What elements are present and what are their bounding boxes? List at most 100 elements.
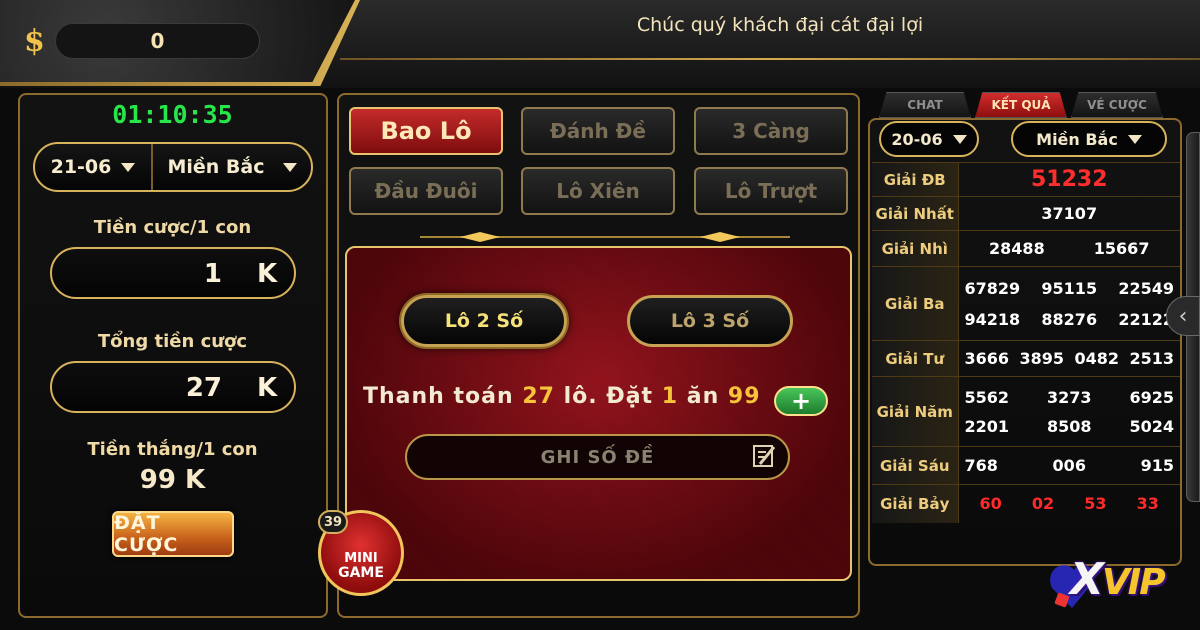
result-number: 3895 xyxy=(1019,349,1065,368)
bet-per-unit: K xyxy=(257,259,278,289)
result-values: 37107 xyxy=(958,196,1180,231)
tab-bao-lo[interactable]: Bao Lô xyxy=(349,107,503,155)
win-per-label: Tiền thắng/1 con xyxy=(87,439,258,460)
add-button[interactable]: + xyxy=(774,386,828,416)
mini-game-badge: 39 xyxy=(318,510,348,534)
result-number: 33 xyxy=(1136,494,1159,514)
special-prize-number: 51232 xyxy=(1030,167,1108,192)
result-number: 6925 xyxy=(1129,387,1174,407)
payment-stake: 1 xyxy=(661,384,679,409)
chevron-down-icon xyxy=(282,162,297,172)
result-values: 768 006 915 xyxy=(958,446,1180,485)
result-number: 60 xyxy=(979,494,1002,514)
payment-prefix: Thanh toán xyxy=(363,384,514,409)
result-row-nhi: Giải Nhì 28488 15667 xyxy=(872,230,1180,267)
total-bet-label: Tổng tiền cược xyxy=(97,331,248,352)
greeting-text: Chúc quý khách đại cát đại lợi xyxy=(636,14,924,36)
result-number: 94218 xyxy=(964,309,1021,329)
tab-ket-qua[interactable]: KẾT QUẢ xyxy=(975,92,1067,118)
total-bet-field: 27 K xyxy=(50,361,296,413)
bet-per-value: 1 xyxy=(203,259,222,289)
tab-lo-xien[interactable]: Lô Xiên xyxy=(521,167,675,215)
ornament-divider xyxy=(420,232,790,242)
chevron-down-icon xyxy=(952,134,967,144)
payment-summary: Thanh toán 27 lô. Đặt 1 ăn 99 xyxy=(363,384,761,409)
bet-per-input[interactable]: 1 K xyxy=(50,247,296,299)
result-values: 67829 95115 22549 94218 88276 22122 xyxy=(958,266,1180,341)
result-number: 28488 xyxy=(989,239,1045,258)
result-values: 51232 xyxy=(958,162,1180,197)
payment-mid2: ăn xyxy=(686,384,720,409)
tab-3-cang[interactable]: 3 Càng xyxy=(694,107,848,155)
logo-vip: VIP xyxy=(1101,562,1166,603)
tab-lo-2-so[interactable]: Lô 2 Số xyxy=(401,295,567,347)
result-values: 5562 3273 6925 2201 8508 5024 xyxy=(958,376,1180,447)
chevron-down-icon xyxy=(1127,134,1142,144)
date-value: 21-06 xyxy=(50,156,112,178)
result-row-nhat: Giải Nhất 37107 xyxy=(872,196,1180,231)
logo-wordmark: XVIP xyxy=(1070,554,1166,605)
result-number: 3273 xyxy=(1046,387,1092,407)
result-region-dropdown[interactable]: Miền Bắc xyxy=(1011,121,1167,157)
result-label: Giải Nhì xyxy=(872,230,959,267)
result-label: Giải Ba xyxy=(872,266,959,341)
mini-game-line2: GAME xyxy=(338,565,384,581)
win-per-value: 99 K xyxy=(139,465,206,495)
result-values: 3666 3895 0482 2513 xyxy=(958,340,1180,377)
result-row-ba: Giải Ba 67829 95115 22549 94218 88276 22122 xyxy=(872,266,1180,341)
date-dropdown[interactable]: 21-06 xyxy=(35,144,153,190)
result-number: 3666 xyxy=(964,349,1010,368)
result-number: 22549 xyxy=(1118,278,1174,298)
result-row-nam: Giải Năm 5562 3273 6925 2201 8508 5024 xyxy=(872,376,1180,447)
tab-dau-duoi[interactable]: Đầu Đuôi xyxy=(349,167,503,215)
chevron-left-icon[interactable]: ‹ xyxy=(1166,296,1200,336)
result-label: Giải ĐB xyxy=(872,162,959,197)
edit-icon[interactable] xyxy=(752,442,778,470)
result-number: 915 xyxy=(1140,456,1174,475)
payment-count: 27 xyxy=(522,384,555,409)
result-number: 2513 xyxy=(1129,349,1174,368)
result-number: 37107 xyxy=(1041,204,1098,223)
mini-game-line1: MINI xyxy=(344,551,378,566)
result-label: Giải Bảy xyxy=(872,484,959,523)
result-number: 006 xyxy=(1052,456,1086,475)
region-dropdown[interactable]: Miền Bắc xyxy=(153,156,311,178)
result-number: 53 xyxy=(1084,494,1107,514)
tab-ve-cuoc[interactable]: VÉ CƯỢC xyxy=(1071,92,1163,118)
results-table: Giải ĐB 51232 Giải Nhất 37107 Giải Nhì 2… xyxy=(872,162,1180,523)
dollar-icon: $ xyxy=(24,24,45,59)
result-number: 67829 xyxy=(964,278,1021,298)
result-label: Giải Tư xyxy=(872,340,959,377)
result-label: Giải Nhất xyxy=(872,196,959,231)
place-bet-button[interactable]: ĐẶT CƯỢC xyxy=(112,511,234,557)
total-bet-unit: K xyxy=(257,373,278,403)
result-number: 768 xyxy=(964,456,998,475)
payment-payout: 99 xyxy=(727,384,761,409)
result-values: 28488 15667 xyxy=(958,230,1180,267)
result-number: 95115 xyxy=(1041,278,1098,298)
payment-mid1: lô. Đặt xyxy=(563,384,654,409)
result-date-dropdown[interactable]: 20-06 xyxy=(879,121,979,157)
result-number: 02 xyxy=(1031,494,1055,514)
result-number: 15667 xyxy=(1093,239,1150,258)
total-bet-value: 27 xyxy=(185,373,222,403)
result-row-sau: Giải Sáu 768 006 915 xyxy=(872,446,1180,485)
date-region-selector: 21-06 Miền Bắc xyxy=(33,142,313,192)
result-number: 5562 xyxy=(964,387,1010,407)
number-input[interactable]: GHI SỐ ĐỀ xyxy=(405,434,790,480)
result-number: 0482 xyxy=(1074,349,1119,368)
result-label: Giải Năm xyxy=(872,376,959,447)
result-region-value: Miền Bắc xyxy=(1036,129,1118,149)
tab-lo-truot[interactable]: Lô Trượt xyxy=(694,167,848,215)
bet-per-label: Tiền cược/1 con xyxy=(93,217,252,238)
tab-danh-de[interactable]: Đánh Đề xyxy=(521,107,675,155)
tab-chat[interactable]: CHAT xyxy=(879,92,971,118)
region-value: Miền Bắc xyxy=(167,156,265,178)
result-row-db: Giải ĐB 51232 xyxy=(872,162,1180,197)
chevron-down-icon xyxy=(121,162,136,172)
logo-x: X xyxy=(1070,554,1104,605)
result-number: 5024 xyxy=(1129,416,1174,436)
result-row-tu: Giải Tư 3666 3895 0482 2513 xyxy=(872,340,1180,377)
balance-display: 0 xyxy=(55,23,260,59)
tab-lo-3-so[interactable]: Lô 3 Số xyxy=(627,295,793,347)
